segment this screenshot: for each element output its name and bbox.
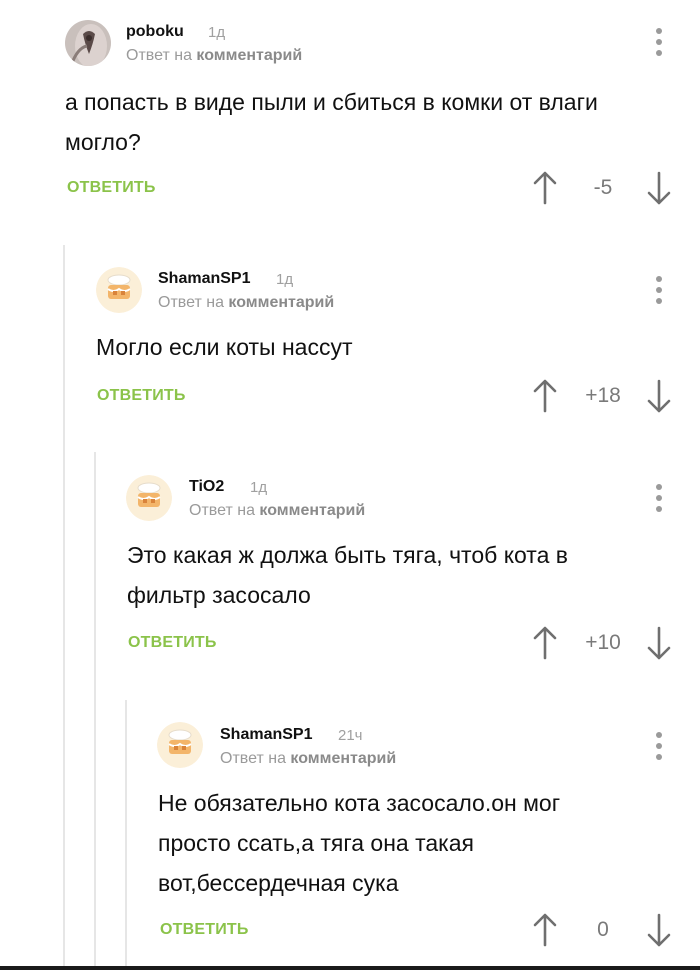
upvote-arrow-icon[interactable] [533, 379, 557, 413]
reply-target-link[interactable]: комментарий [290, 750, 396, 767]
upvote-arrow-icon[interactable] [533, 171, 557, 205]
user-avatar[interactable] [157, 722, 203, 768]
more-options-icon[interactable] [652, 484, 666, 514]
comment-time: 1д [276, 271, 294, 288]
comment-time: 21ч [338, 727, 363, 744]
thread-line-level-1 [63, 245, 65, 970]
more-options-icon[interactable] [652, 28, 666, 58]
username[interactable]: TiO2 [189, 478, 224, 496]
more-options-icon[interactable] [652, 732, 666, 762]
reply-target-link[interactable]: комментарий [228, 294, 334, 311]
reply-meta: Ответ на комментарий [126, 47, 302, 65]
downvote-arrow-icon[interactable] [647, 626, 671, 660]
reply-meta: Ответ на комментарий [158, 294, 334, 312]
more-options-icon[interactable] [652, 276, 666, 306]
downvote-arrow-icon[interactable] [647, 379, 671, 413]
reply-prefix: Ответ на [126, 47, 192, 64]
reply-button[interactable]: ОТВЕТИТЬ [97, 387, 186, 405]
username[interactable]: poboku [126, 23, 184, 41]
reply-target-link[interactable]: комментарий [196, 47, 302, 64]
comment-score: +18 [585, 384, 621, 407]
downvote-arrow-icon[interactable] [647, 913, 671, 947]
thread-line-level-2 [94, 452, 96, 970]
user-avatar[interactable] [96, 267, 142, 313]
photo-avatar-icon [65, 20, 111, 66]
reply-meta: Ответ на комментарий [189, 502, 365, 520]
cake-avatar-icon [157, 722, 203, 768]
reply-button[interactable]: ОТВЕТИТЬ [67, 179, 156, 197]
reply-prefix: Ответ на [220, 750, 286, 767]
upvote-arrow-icon[interactable] [533, 913, 557, 947]
reply-button[interactable]: ОТВЕТИТЬ [128, 634, 217, 652]
comment-score: 0 [597, 918, 609, 941]
bottom-divider [0, 966, 700, 970]
reply-button[interactable]: ОТВЕТИТЬ [160, 921, 249, 939]
cake-avatar-icon [126, 475, 172, 521]
comment-score: +10 [585, 631, 621, 654]
comment-score: -5 [593, 176, 613, 199]
downvote-arrow-icon[interactable] [647, 171, 671, 205]
reply-meta: Ответ на комментарий [220, 750, 396, 768]
comment-text: Это какая ж должа быть тяга, чтоб кота в… [127, 542, 568, 608]
username[interactable]: ShamanSP1 [158, 270, 250, 288]
comment-text: а попасть в виде пыли и сбиться в комки … [65, 89, 598, 155]
comment-text: Не обязательно кота засосало.он мог прос… [158, 790, 561, 896]
reply-prefix: Ответ на [158, 294, 224, 311]
user-avatar[interactable] [126, 475, 172, 521]
comment-text: Могло если коты нассут [96, 334, 353, 360]
comment-time: 1д [250, 479, 268, 496]
thread-line-level-3 [125, 700, 127, 970]
user-avatar[interactable] [65, 20, 111, 66]
upvote-arrow-icon[interactable] [533, 626, 557, 660]
username[interactable]: ShamanSP1 [220, 726, 312, 744]
reply-prefix: Ответ на [189, 502, 255, 519]
comment-time: 1д [208, 24, 226, 41]
cake-avatar-icon [96, 267, 142, 313]
reply-target-link[interactable]: комментарий [259, 502, 365, 519]
